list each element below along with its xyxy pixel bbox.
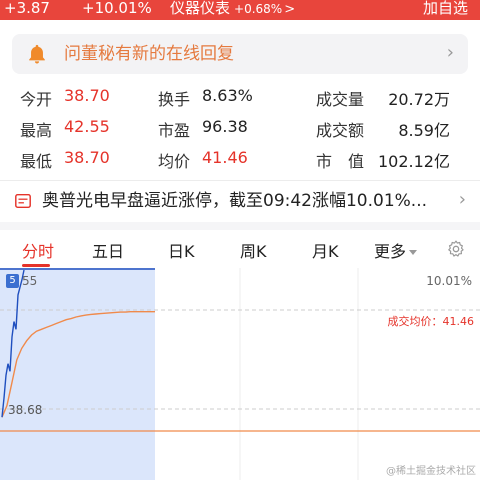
pe-label: 市盈 bbox=[158, 121, 191, 140]
tab-five-day[interactable]: 五日 bbox=[92, 238, 124, 262]
price-change: +3.87 bbox=[4, 0, 50, 17]
chevron-right-icon: > bbox=[284, 2, 296, 17]
low-price-label: 38.68 bbox=[8, 403, 43, 417]
tab-more-label: 更多 bbox=[374, 242, 407, 261]
stock-header: +3.87 +10.01% 仪器仪表 +0.68% > 加自选 bbox=[0, 0, 480, 20]
chevron-right-icon: › bbox=[458, 189, 466, 210]
low-label: 最低 bbox=[20, 152, 53, 171]
volume-value: 20.72万 bbox=[388, 90, 450, 109]
sector-percent: +0.68% bbox=[234, 2, 283, 16]
tab-more[interactable]: 更多 bbox=[374, 238, 418, 262]
high-percent-label: 10.01% bbox=[426, 274, 472, 288]
add-favorite-button[interactable]: 加自选 bbox=[423, 0, 468, 16]
tab-monthly-k[interactable]: 月K bbox=[312, 238, 339, 262]
caret-down-icon bbox=[409, 250, 418, 255]
sector-name: 仪器仪表 bbox=[170, 0, 231, 17]
high-label: 最高 bbox=[20, 121, 53, 140]
avg-price-value: 41.46 bbox=[202, 148, 248, 167]
turnover-label: 换手 bbox=[158, 90, 191, 109]
intraday-chart-svg bbox=[0, 268, 480, 480]
notice-text: 问董秘有新的在线回复 bbox=[64, 44, 234, 64]
intraday-chart[interactable]: 5 55 38.68 10.01% 成交均价：41.46 @稀土掘金技术社区 bbox=[0, 268, 480, 480]
amount-label: 成交额 bbox=[316, 121, 365, 140]
chevron-right-icon: › bbox=[446, 42, 454, 63]
low-value: 38.70 bbox=[64, 148, 110, 167]
high-price-label: 55 bbox=[22, 274, 38, 288]
high-price-tag: 5 bbox=[6, 274, 19, 288]
tab-intraday[interactable]: 分时 bbox=[22, 238, 54, 262]
avg-price-label: 均价 bbox=[158, 152, 191, 171]
open-label: 今开 bbox=[20, 90, 53, 109]
high-value: 42.55 bbox=[64, 117, 110, 136]
chart-period-tabs: 分时 五日 日K 周K 月K 更多 bbox=[0, 230, 480, 268]
amount-value: 8.59亿 bbox=[398, 121, 450, 140]
open-value: 38.70 bbox=[64, 86, 110, 105]
price-change-percent: +10.01% bbox=[82, 0, 152, 17]
section-gap bbox=[0, 222, 480, 230]
selection-highlight bbox=[0, 268, 155, 480]
active-tab-indicator bbox=[22, 264, 50, 267]
volume-label: 成交量 bbox=[316, 90, 365, 109]
avg-price-chart-label: 成交均价：41.46 bbox=[387, 315, 475, 328]
turnover-value: 8.63% bbox=[202, 86, 253, 105]
bell-icon bbox=[29, 44, 45, 64]
pe-value: 96.38 bbox=[202, 117, 248, 136]
quote-stats: 今开 38.70 最高 42.55 最低 38.70 换手 8.63% 市盈 9… bbox=[0, 86, 480, 172]
news-text: 奥普光电早盘逼近涨停，截至09:42涨幅10.01%... bbox=[42, 191, 428, 211]
secretary-notice-banner[interactable]: 问董秘有新的在线回复 › bbox=[12, 34, 468, 74]
market-cap-value: 102.12亿 bbox=[378, 152, 450, 171]
news-headline[interactable]: 奥普光电早盘逼近涨停，截至09:42涨幅10.01%... › bbox=[0, 186, 480, 216]
market-cap-label: 市 值 bbox=[316, 152, 365, 171]
watermark: @稀土掘金技术社区 bbox=[386, 466, 476, 477]
divider bbox=[0, 180, 480, 181]
tab-weekly-k[interactable]: 周K bbox=[240, 238, 267, 262]
sector-link[interactable]: 仪器仪表 +0.68% > bbox=[170, 0, 295, 18]
gear-icon[interactable] bbox=[446, 239, 466, 259]
tab-daily-k[interactable]: 日K bbox=[168, 238, 195, 262]
news-icon bbox=[15, 193, 31, 209]
